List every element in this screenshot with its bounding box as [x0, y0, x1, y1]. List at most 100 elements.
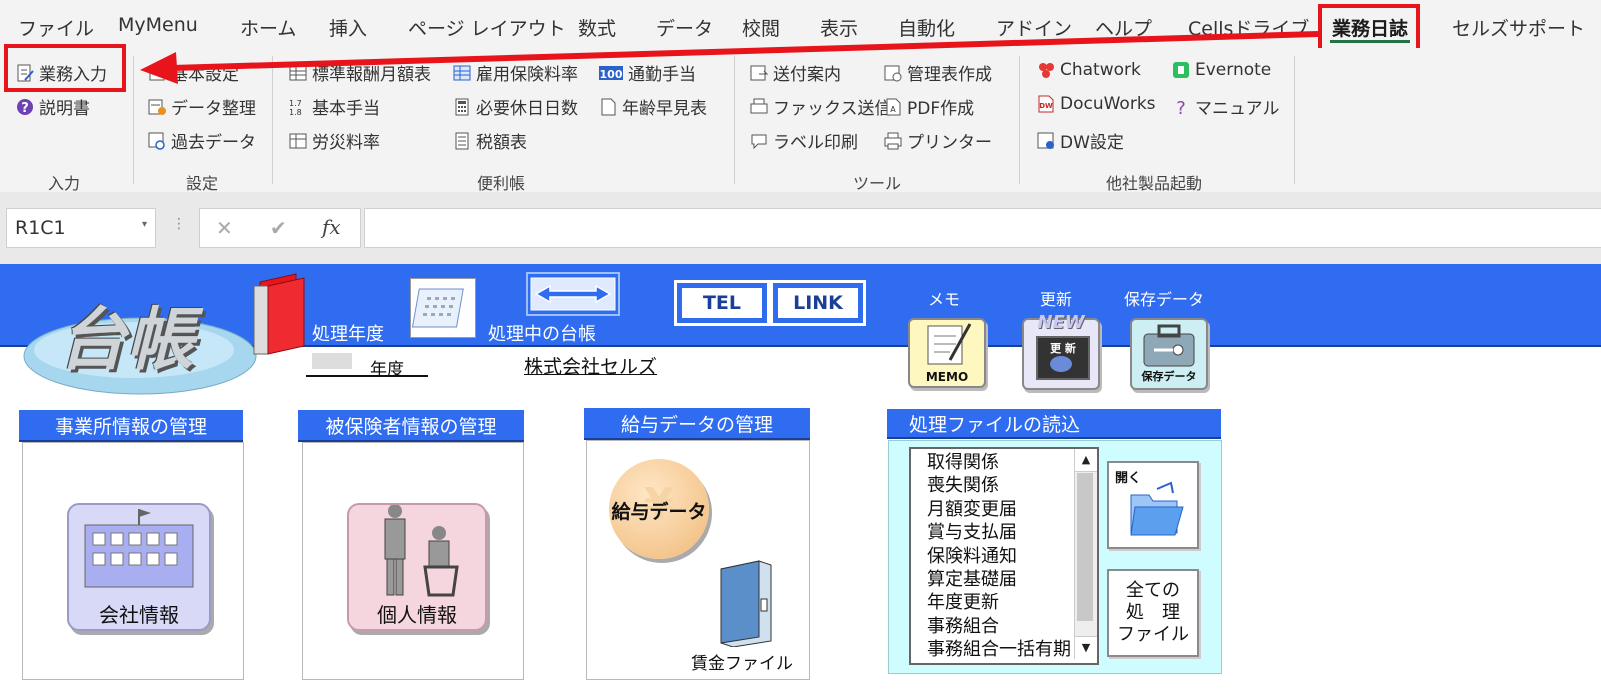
zeigakuhyo-button[interactable]: 税額表 [453, 128, 527, 153]
company-info-label: 会社情報 [99, 603, 179, 627]
dw-settei-button[interactable]: DW設定 [1037, 128, 1124, 153]
saved-data-caption: 保存データ [1124, 290, 1205, 309]
scroll-up-icon[interactable]: ▲ [1075, 449, 1097, 472]
list-item[interactable]: 算定基礎届 [911, 568, 1071, 591]
all-files-line2: 処 理 [1126, 602, 1180, 623]
list-item[interactable]: 取得関係 [911, 451, 1071, 474]
list-icon [453, 132, 471, 150]
dw-settings-icon [1037, 132, 1055, 150]
company-name: 株式会社セルズ [524, 356, 658, 378]
year-label: 処理年度 [312, 324, 384, 345]
salary-data-label: 給与データ [611, 501, 707, 523]
calendar-icon[interactable] [410, 278, 476, 338]
dw-settei-label: DW設定 [1060, 133, 1124, 153]
memo-caption: メモ [928, 290, 961, 309]
binder-icon [253, 273, 305, 355]
building-icon [84, 509, 194, 588]
list-item[interactable]: 喪失関係 [911, 474, 1071, 497]
company-info-button[interactable]: 会社情報 [67, 503, 211, 631]
insert-function-icon[interactable]: fx [322, 215, 341, 239]
scroll-down-icon[interactable]: ▼ [1075, 636, 1097, 659]
insured-panel: 個人情報 [302, 442, 524, 680]
daicho-logo: 台帳 [22, 284, 258, 396]
chevron-down-icon[interactable]: ▾ [142, 219, 147, 230]
cancel-icon[interactable]: ✕ [216, 216, 233, 240]
list-item[interactable]: 月額変更届 [911, 498, 1071, 521]
all-files-button[interactable]: 全ての 処 理 ファイル [1107, 569, 1199, 657]
personal-info-button[interactable]: 個人情報 [347, 503, 487, 631]
wage-file-label: 賃金ファイル [691, 654, 793, 674]
group-label-tools: ツール [853, 174, 902, 193]
office-panel: 会社情報 [22, 442, 244, 680]
update-caption: 更新 [1040, 290, 1073, 309]
list-item[interactable]: 賞与支払届 [911, 521, 1071, 544]
tel-button[interactable]: TEL [674, 280, 770, 326]
past-data-icon [148, 132, 166, 150]
year-underline [306, 375, 428, 377]
people-icon [384, 504, 459, 597]
files-panel-title: 処理ファイルの読込 [887, 409, 1221, 439]
switch-ledger-button[interactable] [526, 272, 620, 316]
group-label-input: 入力 [48, 174, 81, 193]
saved-icon-text: 保存データ [1141, 370, 1197, 383]
salary-panel: ¥ 給与データ 賃金ファイル [586, 440, 810, 680]
formula-input[interactable] [364, 208, 1601, 248]
office-panel-title: 事業所情報の管理 [19, 410, 243, 442]
double-arrow-icon [530, 277, 616, 311]
label-insatsu-label: ラベル印刷 [773, 133, 858, 153]
label-insatsu-button[interactable]: ラベル印刷 [750, 128, 858, 153]
list-item[interactable]: 事務組合 [911, 615, 1071, 638]
memo-button[interactable]: MEMO [908, 318, 986, 388]
worksheet: 台帳 処理年度 処理中の台帳 TEL LINK メモ 更新 保存データ MEMO… [0, 264, 1601, 699]
open-folder-icon [1130, 481, 1184, 536]
formula-buttons: ✕ ✔ fx [199, 208, 361, 248]
listbox-scrollbar[interactable]: ▲ ▼ [1074, 449, 1097, 659]
kako-data-button[interactable]: 過去データ [148, 128, 256, 153]
list-item[interactable]: 事務組合一括有期 [911, 638, 1071, 661]
tel-label: TEL [680, 286, 764, 320]
label-icon [750, 132, 768, 150]
all-files-line3: ファイル [1117, 624, 1189, 645]
new-badge: NEW [1037, 312, 1085, 333]
salary-data-button[interactable]: ¥ 給与データ [609, 459, 709, 559]
logo-text: 台帳 [58, 301, 195, 380]
memo-pen-icon [927, 323, 972, 365]
list-item[interactable]: 保険料通知 [911, 545, 1071, 568]
all-files-line1: 全ての [1126, 580, 1180, 601]
current-ledger-label: 処理中の台帳 [488, 324, 596, 345]
salary-panel-title: 給与データの管理 [584, 408, 810, 440]
worker-table-icon [289, 132, 307, 150]
link-button[interactable]: LINK [770, 280, 866, 326]
zeigakuhyo-label: 税額表 [476, 133, 527, 153]
update-button[interactable]: NEW 更 新 [1022, 312, 1100, 390]
printer-icon [884, 132, 902, 150]
list-item[interactable]: 年度更新 [911, 591, 1071, 614]
memo-icon-text: MEMO [925, 370, 969, 384]
insured-panel-title: 被保険者情報の管理 [298, 410, 524, 442]
printer-button[interactable]: プリンター [884, 128, 992, 153]
year-value-redacted [312, 353, 352, 369]
enter-icon[interactable]: ✔ [270, 216, 287, 240]
group-label-settings: 設定 [186, 174, 219, 193]
file-list: 取得関係 喪失関係 月額変更届 賞与支払届 保険料通知 算定基礎届 年度更新 事… [911, 451, 1071, 662]
annotation-arrow [140, 31, 1319, 84]
rosai-ryoritsu-button[interactable]: 労災料率 [289, 128, 380, 153]
file-listbox[interactable]: 取得関係 喪失関係 月額変更届 賞与支払届 保険料通知 算定基礎届 年度更新 事… [909, 447, 1099, 665]
globe-icon [1050, 356, 1072, 372]
wage-file-icon[interactable] [713, 559, 773, 647]
name-box-value: R1C1 [15, 217, 66, 239]
update-icon-text: 更 新 [1050, 342, 1076, 355]
open-button[interactable]: 開く [1107, 461, 1199, 549]
files-panel: 取得関係 喪失関係 月額変更届 賞与支払届 保険料通知 算定基礎届 年度更新 事… [888, 440, 1222, 674]
name-box[interactable]: R1C1 ▾ [6, 208, 156, 248]
formula-bar: R1C1 ▾ ⋮ ✕ ✔ fx [0, 192, 1601, 264]
saved-data-button[interactable]: 保存データ [1130, 318, 1208, 390]
kako-data-label: 過去データ [171, 133, 256, 153]
scrollbar-thumb[interactable] [1077, 473, 1093, 621]
personal-info-label: 個人情報 [377, 603, 457, 627]
link-label: LINK [776, 286, 860, 320]
monitor-icon: 更 新 [1036, 336, 1090, 380]
group-label-handbook: 便利帳 [477, 174, 526, 193]
briefcase-key-icon [1143, 324, 1195, 367]
group-label-other-products: 他社製品起動 [1106, 174, 1203, 193]
